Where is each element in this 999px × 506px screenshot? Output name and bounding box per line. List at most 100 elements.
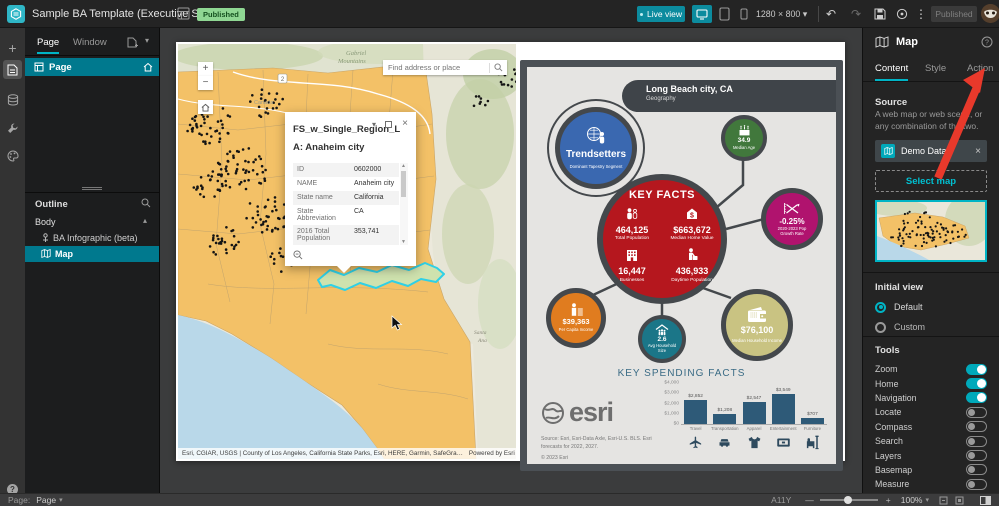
tab-content[interactable]: Content: [875, 63, 909, 81]
outline-item-map[interactable]: Map: [25, 246, 159, 262]
tool-toggle-measure[interactable]: [966, 478, 987, 490]
undo-icon[interactable]: ↶: [826, 6, 836, 22]
zoom-slider[interactable]: [819, 496, 878, 504]
infographic-widget[interactable]: Long Beach city, CA Geography Trendsette…: [520, 60, 843, 471]
fit-width-icon[interactable]: [939, 496, 948, 505]
window-switch-icon[interactable]: [177, 7, 190, 20]
zoom-in-control[interactable]: +: [886, 495, 891, 505]
tool-toggle-navigation[interactable]: [966, 392, 987, 404]
panel-splitter[interactable]: [82, 187, 102, 190]
radio-option-custom[interactable]: Custom: [863, 317, 999, 337]
building-icon: [625, 249, 639, 261]
publish-button[interactable]: Published: [931, 6, 977, 22]
avatar[interactable]: [981, 4, 999, 23]
tool-row-zoom: Zoom: [863, 362, 999, 376]
search-input[interactable]: [383, 63, 489, 72]
tool-toggle-home[interactable]: [966, 378, 987, 390]
popup-close-icon[interactable]: ×: [402, 118, 408, 129]
canvas: 2 Gabriel Mountains Canada Santa Ana + −: [160, 28, 862, 493]
bar: [800, 418, 824, 424]
add-page-icon[interactable]: [127, 37, 138, 48]
outline-body-row[interactable]: Body ▴: [25, 214, 159, 230]
tool-toggle-basemap[interactable]: [966, 464, 987, 476]
remove-data-icon[interactable]: ×: [975, 146, 981, 157]
device-desktop-icon[interactable]: [692, 5, 712, 23]
per-capita-label: Per Capita Income: [558, 326, 594, 332]
median-income-label: Median Household Income: [732, 337, 782, 343]
tool-toggle-zoom[interactable]: [966, 363, 987, 375]
live-view-button[interactable]: Live view: [637, 6, 685, 22]
esri-logo-block: esri Source: Esri, Esri-Data Axle, Esri-…: [541, 397, 659, 464]
tool-toggle-locate[interactable]: [966, 406, 987, 418]
tools-label: Tools: [875, 345, 900, 356]
radio-option-default[interactable]: Default: [863, 297, 999, 317]
pop-growth-label: 2020-2023 Pop Growth Rate: [777, 225, 807, 236]
toggle-right-panel-icon[interactable]: [980, 495, 991, 505]
page-selector-value[interactable]: Page: [30, 495, 56, 505]
radio-icon[interactable]: [875, 301, 886, 313]
zoom-slider-handle[interactable]: [843, 496, 852, 504]
home-page-icon[interactable]: [143, 62, 153, 72]
map-search-box[interactable]: [383, 60, 507, 75]
popup-scrollbar[interactable]: ▲ ▼: [400, 163, 408, 245]
fit-page-icon[interactable]: [955, 496, 964, 505]
save-icon[interactable]: [874, 8, 886, 20]
bar-wrap: $3,549: [771, 383, 795, 424]
map-zoom-in-button[interactable]: +: [198, 62, 213, 76]
theme-panel-icon[interactable]: [3, 146, 22, 165]
tool-toggle-compass[interactable]: [966, 421, 987, 433]
add-widget-icon[interactable]: +: [3, 38, 22, 57]
tool-label: Locate: [875, 407, 902, 418]
scroll-up-icon[interactable]: ▲: [401, 163, 406, 169]
resolution-select[interactable]: 1280 × 800 ▾: [756, 9, 807, 20]
page-selector-chevron-icon[interactable]: ▾: [56, 496, 63, 504]
popup-zoom-to-icon[interactable]: [293, 250, 408, 260]
tab-window[interactable]: Window: [73, 37, 107, 52]
initial-view-options: Default Custom: [863, 297, 999, 337]
pop-growth-value: -0.25%: [779, 216, 805, 226]
device-tablet-icon[interactable]: [719, 7, 730, 21]
popup-dock-icon[interactable]: [385, 121, 392, 128]
popup-row-label: ID: [297, 166, 304, 173]
outline-search-icon[interactable]: [141, 198, 151, 208]
tools-panel-icon[interactable]: [3, 118, 22, 137]
data-panel-icon[interactable]: [3, 90, 22, 109]
popup-collapse-icon[interactable]: ▾: [372, 120, 376, 129]
app-logo[interactable]: [7, 5, 25, 23]
history-icon[interactable]: [896, 8, 908, 20]
map-thumbnail[interactable]: [867, 194, 993, 262]
map-zoom-out-button[interactable]: −: [198, 76, 213, 90]
map-item-label: Map: [55, 249, 73, 259]
map-home-button[interactable]: [198, 100, 213, 114]
map-panel-icon: [875, 36, 889, 48]
redo-icon[interactable]: ↷: [851, 6, 861, 22]
radio-icon[interactable]: [875, 321, 886, 333]
panel-help-icon[interactable]: ?: [981, 36, 993, 48]
a11y-label[interactable]: A11Y: [771, 495, 791, 505]
page-menu-chevron-icon[interactable]: ▾: [145, 36, 149, 45]
scroll-down-icon[interactable]: ▼: [401, 239, 406, 245]
infographic-item-icon: [41, 233, 50, 243]
scrollbar-thumb[interactable]: [401, 171, 406, 197]
select-map-button[interactable]: Select map: [875, 170, 987, 192]
popup-row: NAME Anaheim city: [293, 177, 399, 191]
device-phone-icon[interactable]: [740, 8, 748, 20]
more-menu-icon[interactable]: ⋮: [915, 6, 927, 22]
search-icon[interactable]: [490, 63, 507, 72]
zoom-level[interactable]: 100%: [901, 495, 923, 505]
tool-toggle-layers[interactable]: [966, 450, 987, 462]
bar-category-label: Apparel: [746, 426, 762, 431]
outline-item-infographic[interactable]: BA Infographic (beta): [25, 230, 159, 246]
tab-action[interactable]: Action: [967, 63, 993, 79]
page-panel-icon[interactable]: [3, 60, 22, 79]
demo-data-pill[interactable]: Demo Data ×: [875, 140, 987, 162]
tool-toggle-search[interactable]: [966, 435, 987, 447]
tab-style[interactable]: Style: [925, 63, 946, 79]
zoom-chevron-icon[interactable]: ▾: [925, 496, 929, 504]
page-tree-item[interactable]: Page: [25, 58, 159, 76]
popup-row: 2016 Total Population 353,741: [293, 225, 399, 245]
map-widget[interactable]: 2 Gabriel Mountains Canada Santa Ana + −: [178, 44, 516, 459]
body-collapse-icon[interactable]: ▴: [143, 216, 147, 225]
tab-page[interactable]: Page: [37, 37, 60, 54]
zoom-out-control[interactable]: —: [805, 495, 814, 505]
